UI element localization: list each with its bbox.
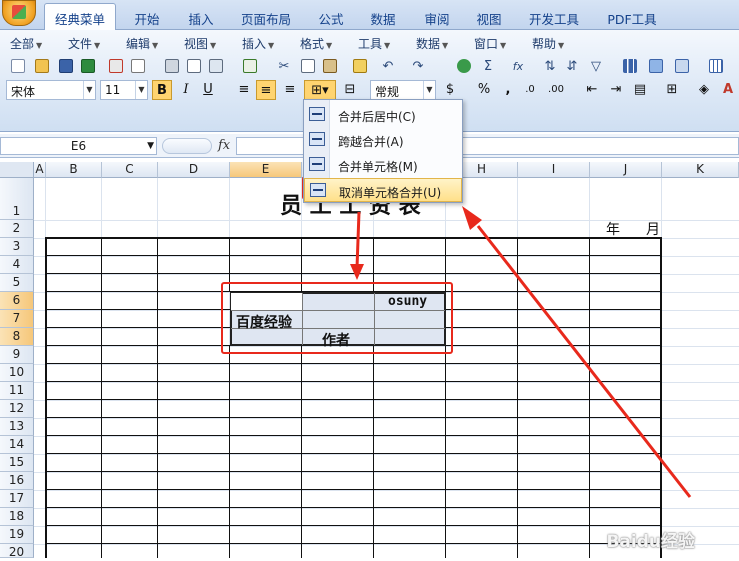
- watermark: Baidu经验: [606, 532, 695, 552]
- arrow-down-line: [355, 211, 361, 269]
- merge-cells-icon: [309, 157, 325, 171]
- merge-across-icon: [309, 132, 325, 146]
- arrow-down-head: [350, 264, 364, 280]
- merge-center-icon: [309, 107, 325, 121]
- menu-item-merge-across[interactable]: 跨越合并(A): [304, 128, 462, 152]
- merge-cells-menu: 合并后居中(C) 跨越合并(A) 合并单元格(M) 取消单元格合并(U): [303, 99, 463, 203]
- unmerge-cells-icon: [310, 183, 326, 197]
- annotation-arrows: [350, 206, 692, 498]
- menu-item-merge-center[interactable]: 合并后居中(C): [304, 103, 462, 127]
- menu-item-unmerge-cells[interactable]: 取消单元格合并(U): [304, 178, 462, 202]
- menu-item-merge-cells[interactable]: 合并单元格(M): [304, 153, 462, 177]
- arrow-diagonal-line: [476, 225, 692, 498]
